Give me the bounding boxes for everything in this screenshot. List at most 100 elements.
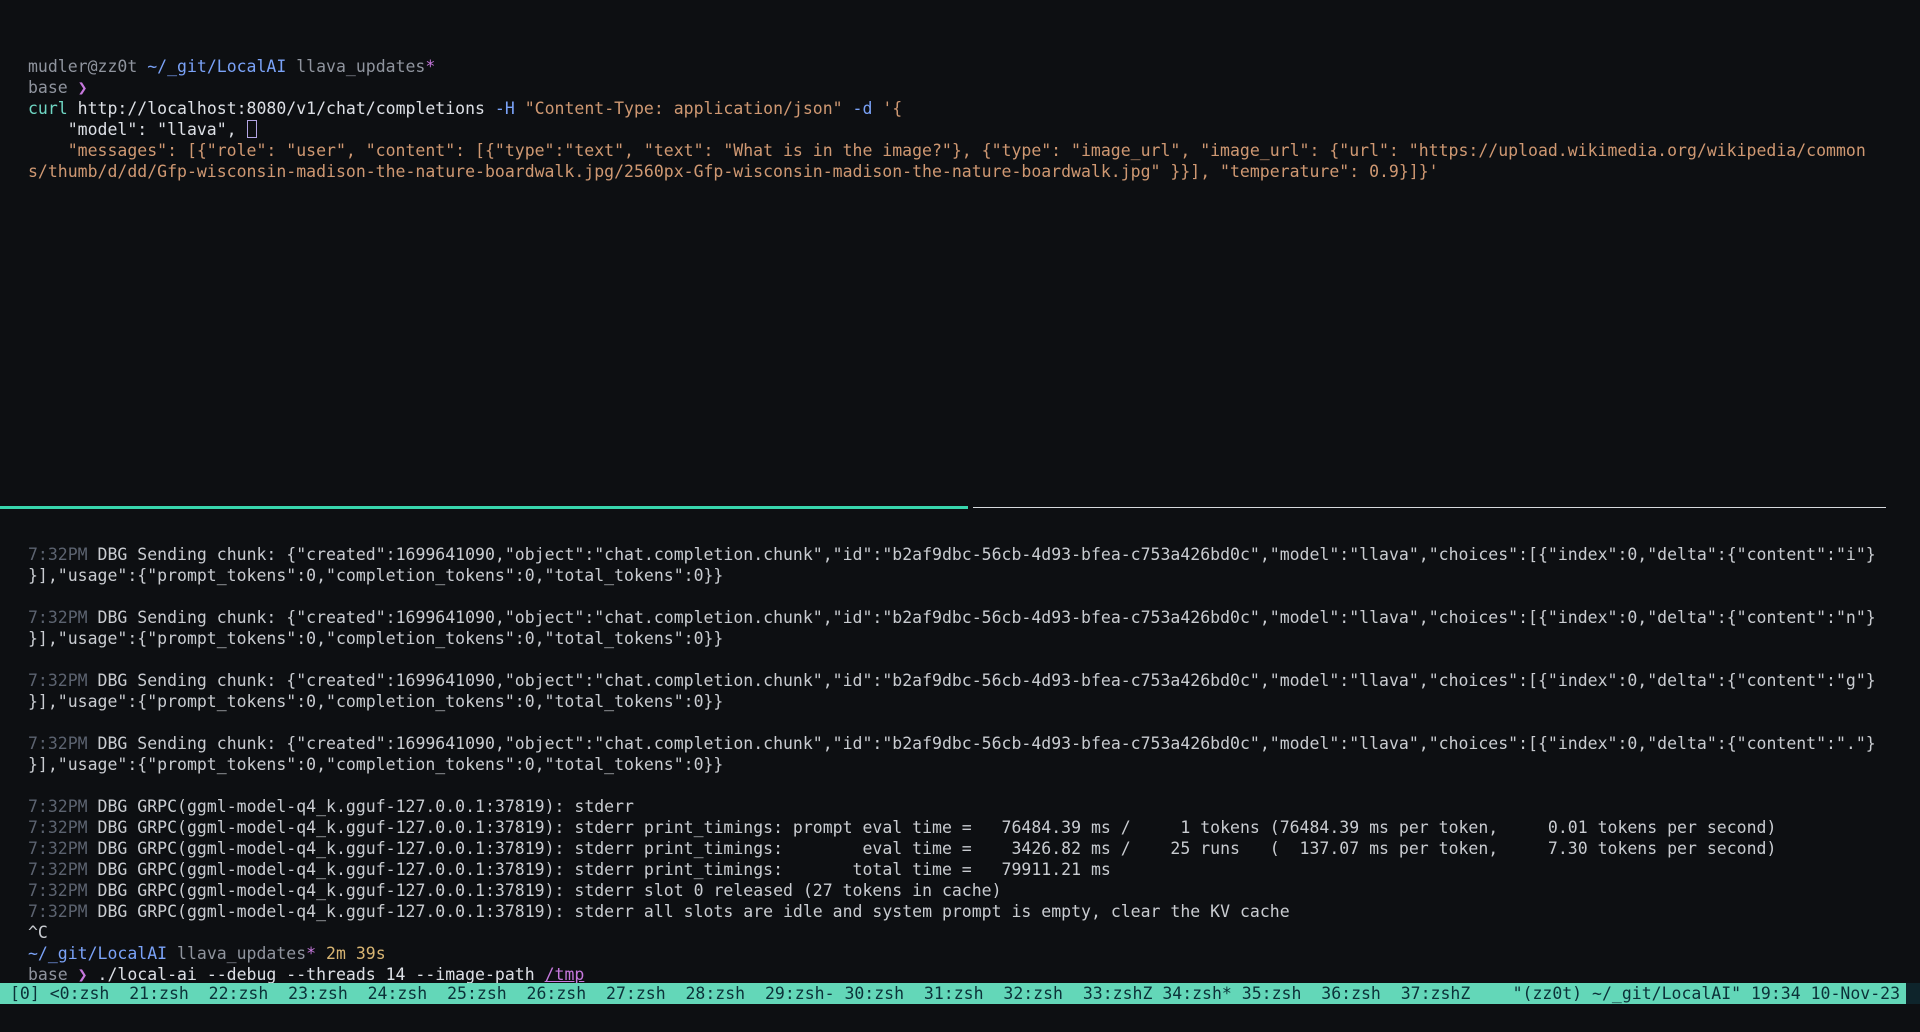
text-segment: Sending chunk: {"created":1699641090,"ob… <box>137 608 1875 627</box>
text-segment: ^C <box>28 923 48 942</box>
text-segment: GRPC(ggml-model-q4_k.gguf-127.0.0.1:3781… <box>137 860 1111 879</box>
text-segment: * <box>306 944 316 963</box>
text-segment: GRPC(ggml-model-q4_k.gguf-127.0.0.1:3781… <box>137 881 1001 900</box>
text-segment: GRPC(ggml-model-q4_k.gguf-127.0.0.1:3781… <box>137 839 1776 858</box>
log-timing-eval-line: 7:32PM DBG GRPC(ggml-model-q4_k.gguf-127… <box>28 838 1920 859</box>
text-segment: }],"usage":{"prompt_tokens":0,"completio… <box>28 629 723 648</box>
tmp-path-link[interactable]: /tmp <box>545 965 585 984</box>
log-chunk-4-line-2: }],"usage":{"prompt_tokens":0,"completio… <box>28 754 1920 775</box>
text-segment: 7:32PM <box>28 734 98 753</box>
text-segment: ~/_git/LocalAI <box>147 57 286 76</box>
tmux-status-end-block <box>1906 983 1920 1004</box>
prompt-input-line: base ❯ <box>28 77 1920 98</box>
curl-messages-wrap-line: s/thumb/d/dd/Gfp-wisconsin-madison-the-n… <box>28 161 1920 182</box>
blank <box>28 586 1920 607</box>
curl-model-line: "model": "llava", <box>28 119 1920 140</box>
text-segment: DBG <box>98 608 138 627</box>
text-segment: 7:32PM <box>28 860 98 879</box>
curl-command-line: curl http://localhost:8080/v1/chat/compl… <box>28 98 1920 119</box>
text-segment: 7:32PM <box>28 818 98 837</box>
text-segment: 2m 39s <box>316 944 386 963</box>
text-segment: -d <box>853 99 873 118</box>
sigint-line: ^C <box>28 922 1920 943</box>
log-chunk-3-line-2: }],"usage":{"prompt_tokens":0,"completio… <box>28 691 1920 712</box>
text-segment: "messages": [{"role": "user", "content":… <box>28 141 1866 160</box>
tmux-status-bar: [0] <0:zsh 21:zsh 22:zsh 23:zsh 24:zsh 2… <box>0 983 1920 1004</box>
blank <box>28 649 1920 670</box>
terminal-cursor[interactable] <box>247 120 257 138</box>
log-chunk-4-line-1: 7:32PM DBG Sending chunk: {"created":169… <box>28 733 1920 754</box>
text-segment: -H <box>495 99 515 118</box>
pane-divider-row <box>0 498 1920 519</box>
text-segment: DBG <box>98 860 138 879</box>
text-segment: http://localhost:8080/v1/chat/completion… <box>68 99 495 118</box>
prompt-context-line-2: ~/_git/LocalAI llava_updates* 2m 39s <box>28 943 1920 964</box>
text-segment: GRPC(ggml-model-q4_k.gguf-127.0.0.1:3781… <box>137 902 1289 921</box>
text-segment: curl <box>28 99 68 118</box>
log-chunk-2-line-1: 7:32PM DBG Sending chunk: {"created":169… <box>28 607 1920 628</box>
log-chunk-3-line-1: 7:32PM DBG Sending chunk: {"created":169… <box>28 670 1920 691</box>
text-segment: 7:32PM <box>28 545 98 564</box>
log-pane: 7:32PM DBG Sending chunk: {"created":169… <box>28 544 1920 985</box>
log-slot-released-line: 7:32PM DBG GRPC(ggml-model-q4_k.gguf-127… <box>28 880 1920 901</box>
text-segment: 7:32PM <box>28 671 98 690</box>
text-segment: }],"usage":{"prompt_tokens":0,"completio… <box>28 692 723 711</box>
text-segment: Sending chunk: {"created":1699641090,"ob… <box>137 545 1875 564</box>
tmux-window-list[interactable]: [0] <0:zsh 21:zsh 22:zsh 23:zsh 24:zsh 2… <box>10 983 1513 1004</box>
text-segment: }],"usage":{"prompt_tokens":0,"completio… <box>28 566 723 585</box>
text-segment <box>515 99 525 118</box>
log-chunk-1-line-2: }],"usage":{"prompt_tokens":0,"completio… <box>28 565 1920 586</box>
text-segment: GRPC(ggml-model-q4_k.gguf-127.0.0.1:3781… <box>137 797 634 816</box>
text-segment: DBG <box>98 545 138 564</box>
text-segment: base <box>28 965 78 984</box>
text-segment: Sending chunk: {"created":1699641090,"ob… <box>137 734 1875 753</box>
log-chunk-2-line-2: }],"usage":{"prompt_tokens":0,"completio… <box>28 628 1920 649</box>
text-segment: ❯ <box>78 78 88 97</box>
text-segment: llava_updates <box>286 57 425 76</box>
tmux-status-right: "(zz0t) ~/_git/LocalAI" 19:34 10-Nov-23 <box>1513 983 1900 1004</box>
text-segment: DBG <box>98 881 138 900</box>
terminal-pane[interactable]: mudler@zz0t ~/_git/LocalAI llava_updates… <box>0 0 1920 1032</box>
text-segment: llava_updates <box>167 944 306 963</box>
text-segment: DBG <box>98 839 138 858</box>
text-segment: GRPC(ggml-model-q4_k.gguf-127.0.0.1:3781… <box>137 818 1776 837</box>
text-segment: s/thumb/d/dd/Gfp-wisconsin-madison-the-n… <box>28 162 1439 181</box>
curl-messages-line: "messages": [{"role": "user", "content":… <box>28 140 1920 161</box>
text-segment: ./local-ai --debug --threads 14 --image-… <box>88 965 545 984</box>
text-segment <box>843 99 853 118</box>
command-pane: mudler@zz0t ~/_git/LocalAI llava_updates… <box>28 56 1920 182</box>
text-segment: ~/_git/LocalAI <box>28 944 167 963</box>
text-segment: DBG <box>98 818 138 837</box>
log-grpc-stderr-line: 7:32PM DBG GRPC(ggml-model-q4_k.gguf-127… <box>28 796 1920 817</box>
log-slots-idle-line: 7:32PM DBG GRPC(ggml-model-q4_k.gguf-127… <box>28 901 1920 922</box>
text-segment: "Content-Type: application/json" <box>525 99 843 118</box>
local-ai-command-line: base ❯ ./local-ai --debug --threads 14 -… <box>28 964 1920 985</box>
log-timing-total-line: 7:32PM DBG GRPC(ggml-model-q4_k.gguf-127… <box>28 859 1920 880</box>
blank <box>28 775 1920 796</box>
text-segment: DBG <box>98 902 138 921</box>
log-gap <box>28 519 1920 544</box>
text-segment: DBG <box>98 797 138 816</box>
pane-divider-active-segment[interactable] <box>0 506 968 509</box>
log-timing-prompt-eval-line: 7:32PM DBG GRPC(ggml-model-q4_k.gguf-127… <box>28 817 1920 838</box>
text-segment <box>872 99 882 118</box>
text-segment: DBG <box>98 734 138 753</box>
text-segment: mudler@zz0t <box>28 57 147 76</box>
text-segment: 7:32PM <box>28 608 98 627</box>
text-segment: ❯ <box>78 965 88 984</box>
pane-gap <box>28 182 1920 498</box>
text-segment: 7:32PM <box>28 839 98 858</box>
text-segment: }],"usage":{"prompt_tokens":0,"completio… <box>28 755 723 774</box>
prompt-context-line: mudler@zz0t ~/_git/LocalAI llava_updates… <box>28 56 1920 77</box>
text-segment: DBG <box>98 671 138 690</box>
text-segment: 7:32PM <box>28 881 98 900</box>
text-segment: Sending chunk: {"created":1699641090,"ob… <box>137 671 1875 690</box>
blank <box>28 712 1920 733</box>
text-segment: * <box>425 57 435 76</box>
log-chunk-1-line-1: 7:32PM DBG Sending chunk: {"created":169… <box>28 544 1920 565</box>
text-segment: '{ <box>882 99 902 118</box>
text-segment: 7:32PM <box>28 902 98 921</box>
text-segment: 7:32PM <box>28 797 98 816</box>
pane-divider-segment[interactable] <box>973 507 1886 508</box>
text-segment: "model": "llava", <box>28 120 247 139</box>
